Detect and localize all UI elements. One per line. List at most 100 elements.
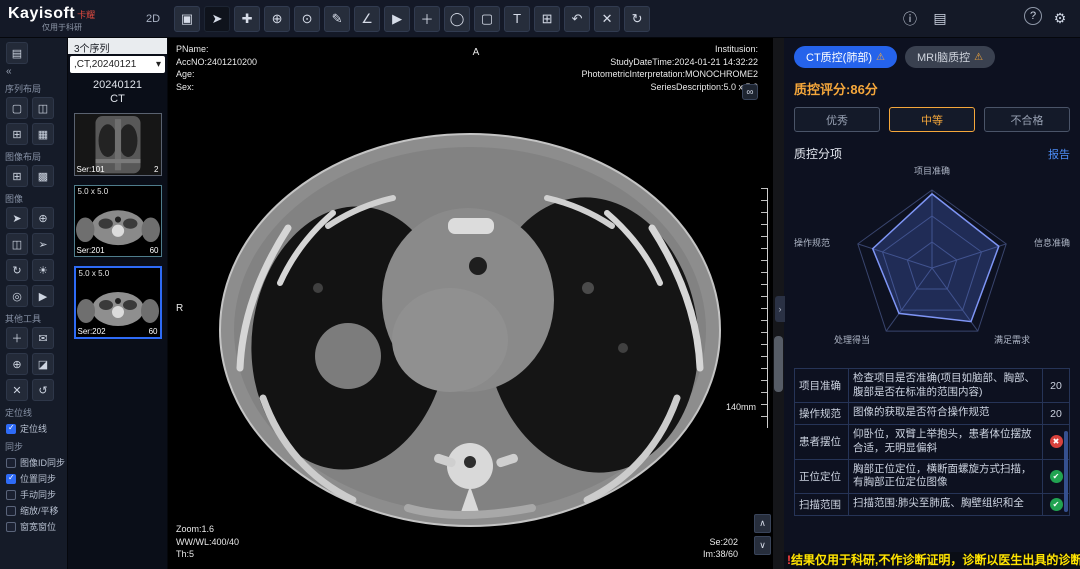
- clone-button[interactable]: ◫: [6, 233, 28, 255]
- warning-icon: ⚠: [974, 52, 983, 63]
- section-label-image-layout: 图像布局: [5, 150, 67, 163]
- magnify-tool-button[interactable]: ⊕: [264, 6, 290, 32]
- ellipse-roi-button[interactable]: ◯: [444, 6, 470, 32]
- cine-tool-button[interactable]: ▶: [384, 6, 410, 32]
- info-button[interactable]: ⓘ: [898, 7, 922, 31]
- chevron-up-icon: ∧: [759, 518, 766, 529]
- add-button[interactable]: ＋: [6, 327, 28, 349]
- reset-button[interactable]: ↻: [624, 6, 650, 32]
- measure-tool-button[interactable]: ∠: [354, 6, 380, 32]
- grade-medium-button[interactable]: 中等: [889, 107, 975, 132]
- add-tool-button[interactable]: ＋: [414, 6, 440, 32]
- rotate-button[interactable]: ↻: [6, 259, 28, 281]
- chevron-down-icon: ∨: [759, 540, 766, 551]
- study-modality: CT: [68, 92, 167, 106]
- viewport-scrollbar-thumb[interactable]: [774, 336, 783, 392]
- settings-dial-button[interactable]: ◎: [6, 285, 28, 307]
- localizer-checkbox[interactable]: 定位线: [6, 422, 67, 435]
- magnifier-button[interactable]: ⊕: [32, 207, 54, 229]
- comment-button[interactable]: ✉: [32, 327, 54, 349]
- tab-mri-brain-qc[interactable]: MRI脑质控 ⚠: [905, 46, 995, 68]
- link-button[interactable]: ∞: [742, 84, 758, 100]
- radar-svg: [794, 164, 1070, 354]
- link-cursor-button[interactable]: ➢: [32, 233, 54, 255]
- sync-zoom-pan-checkbox[interactable]: 缩放/平移: [6, 504, 67, 517]
- image-icon: ▣: [181, 11, 193, 27]
- layout-tool-button[interactable]: ⊞: [534, 6, 560, 32]
- pan-tool-button[interactable]: ✚: [234, 6, 260, 32]
- delete-button[interactable]: ✕: [594, 6, 620, 32]
- pointer-tool-button[interactable]: ➤: [204, 6, 230, 32]
- undo-circle-button[interactable]: ↺: [32, 379, 54, 401]
- sync-position-checkbox[interactable]: 位置同步: [6, 472, 67, 485]
- target-tool-button[interactable]: ⊙: [294, 6, 320, 32]
- clear-button[interactable]: ✕: [6, 379, 28, 401]
- sync-label: 手动同步: [20, 488, 56, 501]
- magnifier-icon: ⊕: [38, 212, 47, 225]
- sync-image-id-checkbox[interactable]: 图像ID同步: [6, 456, 67, 469]
- patient-sex: Sex:: [176, 81, 257, 94]
- text-icon: T: [513, 11, 521, 26]
- thumbnail-image-count: 2: [154, 165, 158, 174]
- grid-2x2-layout-button[interactable]: ⊞: [6, 123, 28, 145]
- qc-radar-chart: 项目准确 信息准确 满足需求 处理得当 操作规范: [794, 164, 1070, 364]
- play-button[interactable]: ▶: [32, 285, 54, 307]
- image-grid-button[interactable]: ⊞: [6, 165, 28, 187]
- close-icon: ✕: [12, 384, 21, 397]
- help-button[interactable]: ?: [1024, 7, 1042, 25]
- brightness-button[interactable]: ☀: [32, 259, 54, 281]
- text-tool-button[interactable]: T: [504, 6, 530, 32]
- slice-down-button[interactable]: ∨: [754, 536, 771, 555]
- sync-label: 缩放/平移: [20, 504, 59, 517]
- report-link[interactable]: 报告: [1048, 146, 1070, 162]
- panel-layout-button[interactable]: ▤: [6, 42, 28, 64]
- study-dropdown[interactable]: ,CT,20240121 ▾: [70, 56, 165, 73]
- grid-3x3-layout-button[interactable]: ▦: [32, 123, 54, 145]
- series-thumbnail-101[interactable]: Ser:101 2: [74, 113, 162, 176]
- table-row: 患者摆位 仰卧位，双臂上举抱头，患者体位摆放合适，无明显偏斜 ✖: [795, 424, 1069, 458]
- slice-up-button[interactable]: ∧: [754, 514, 771, 533]
- disclaimer-text: 结果仅用于科研,不作诊断证明，诊断以医生出具的诊断: [791, 553, 1080, 567]
- undo-button[interactable]: ↶: [564, 6, 590, 32]
- image-grid-dense-button[interactable]: ▩: [32, 165, 54, 187]
- thumbnail-series-number: Ser:201: [77, 246, 105, 255]
- slice-nav-buttons: ∧ ∨: [754, 514, 771, 555]
- qc-item-name: 患者摆位: [795, 425, 849, 458]
- ellipse-icon: ◯: [450, 11, 465, 27]
- tab-ct-lung-qc[interactable]: CT质控(肺部) ⚠: [794, 46, 897, 68]
- two-col-layout-button[interactable]: ◫: [32, 97, 54, 119]
- radar-label-handling: 处理得当: [834, 333, 870, 346]
- single-layout-button[interactable]: ▢: [6, 97, 28, 119]
- eraser-button[interactable]: ◪: [32, 353, 54, 375]
- sync-manual-checkbox[interactable]: 手动同步: [6, 488, 67, 501]
- toolbar-right-group: ⓘ ▤: [898, 7, 952, 31]
- eraser-icon: ◪: [38, 358, 48, 371]
- main-viewport[interactable]: PName: AccNO:2401210200 Age: Sex: A R In…: [168, 38, 784, 569]
- image-tool-button[interactable]: ▣: [174, 6, 200, 32]
- pass-icon: ✔: [1050, 498, 1063, 511]
- settings-button[interactable]: ⚙: [1048, 7, 1072, 31]
- thumbnail-image-count: 60: [149, 327, 158, 336]
- grade-fail-button[interactable]: 不合格: [984, 107, 1070, 132]
- table-scrollbar-thumb[interactable]: [1064, 431, 1068, 512]
- report-button[interactable]: ▤: [928, 7, 952, 31]
- research-disclaimer: !结果仅用于科研,不作诊断证明，诊断以医生出具的诊断: [784, 552, 1080, 569]
- collapse-right-panel[interactable]: ›: [775, 296, 785, 322]
- info-icon: ⓘ: [903, 9, 917, 29]
- chevron-right-icon: ›: [779, 304, 782, 314]
- radar-label-needs: 满足需求: [994, 333, 1030, 346]
- document-icon: ▤: [933, 10, 946, 27]
- series-thumbnail-201[interactable]: 5.0 x 5.0 Ser:201 60: [74, 185, 162, 257]
- radar-label-info: 信息准确: [1034, 236, 1070, 249]
- pointer-button[interactable]: ➤: [6, 207, 28, 229]
- undo-icon: ↶: [572, 11, 583, 27]
- series-thumbnail-202[interactable]: 5.0 x 5.0 Ser:202 60: [74, 266, 162, 339]
- rect-roi-button[interactable]: ▢: [474, 6, 500, 32]
- zoom-plus-button[interactable]: ⊕: [6, 353, 28, 375]
- grade-excellent-button[interactable]: 优秀: [794, 107, 880, 132]
- series-number: Se:202: [703, 536, 738, 549]
- study-info-overlay: Institusion: StudyDateTime:2024-01-21 14…: [581, 43, 758, 93]
- annotate-tool-button[interactable]: ✎: [324, 6, 350, 32]
- collapse-left-panel[interactable]: «: [6, 66, 67, 77]
- sync-window-checkbox[interactable]: 窗宽窗位: [6, 520, 67, 533]
